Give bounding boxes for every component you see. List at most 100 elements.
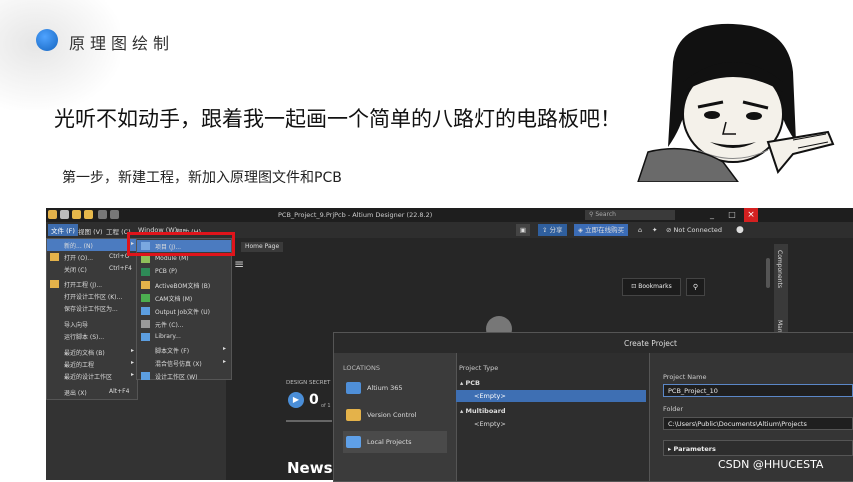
file-menu-item[interactable]: 最近的工程 ▸ xyxy=(47,358,137,370)
scrollbar[interactable] xyxy=(766,258,770,288)
search-input[interactable]: ⚲ Search xyxy=(585,210,675,220)
not-connected-status[interactable]: ⊘ Not Connected xyxy=(666,224,722,236)
tab-home-page[interactable]: Home Page xyxy=(241,242,284,252)
folder-icon xyxy=(346,409,361,421)
bookmarks-button[interactable]: ⊡ Bookmarks xyxy=(622,278,681,296)
close-button[interactable]: × xyxy=(744,208,758,222)
cloud-icon xyxy=(346,382,361,394)
file-menu-item[interactable]: 打开 (O)... Ctrl+O xyxy=(47,251,137,263)
minimize-button[interactable]: _ xyxy=(706,210,718,220)
new-submenu: 项目 (J)... Module (M) PCB (P) ActiveBOM文档 (B… xyxy=(136,238,232,382)
gear-icon[interactable]: ✦ xyxy=(652,224,657,236)
window-title: PCB_Project_9.PrjPcb - Altium Designer (… xyxy=(278,211,433,219)
new-submenu-item[interactable]: 脚本文件 (F) ▸ xyxy=(137,344,231,356)
submenu-arrow-icon: ▸ xyxy=(223,358,227,365)
watermark: CSDN @HHUCESTA xyxy=(718,458,824,471)
open-folder-icon[interactable] xyxy=(72,210,81,219)
new-submenu-item[interactable]: Library... xyxy=(137,331,231,343)
file-menu-item-label: 最近的文档 (B) xyxy=(64,350,105,357)
location-item[interactable]: Local Projects xyxy=(343,431,447,453)
project-type-label: ▴ PCB xyxy=(460,379,481,387)
project-type-item[interactable]: <Empty> xyxy=(456,418,646,430)
project-type-column xyxy=(456,353,649,481)
file-menu: 新的... (N) ▸ 打开 (O)... Ctrl+O 关闭 (C) Ctrl+F4 打开… xyxy=(46,238,138,400)
file-menu-item[interactable]: 最近的文档 (B) ▸ xyxy=(47,346,137,358)
dialog-title: Create Project xyxy=(624,339,677,348)
project-type-item[interactable]: ▴ PCB xyxy=(456,377,646,389)
folder-icon xyxy=(50,280,59,288)
new-submenu-item[interactable]: PCB (P) xyxy=(137,266,231,278)
submenu-arrow-icon: ▸ xyxy=(223,345,227,352)
activebom-icon xyxy=(141,281,150,289)
component-icon xyxy=(141,320,150,328)
redo-icon[interactable] xyxy=(110,210,119,219)
new-submenu-item[interactable]: CAM文档 (M) xyxy=(137,292,231,304)
parameters-expander[interactable]: ▸ Parameters xyxy=(663,440,853,456)
project-type-label: ▴ Multiboard xyxy=(460,407,506,415)
project-type-item[interactable]: <Empty> xyxy=(456,390,646,402)
layout-icon[interactable]: ▣ xyxy=(516,224,530,236)
submenu-arrow-icon: ▸ xyxy=(131,359,135,366)
new-submenu-item-label: 混合信号仿真 (X) xyxy=(155,361,202,368)
undo-icon[interactable] xyxy=(98,210,107,219)
new-submenu-item-label: Module (M) xyxy=(155,255,189,262)
slide-corner-shadow xyxy=(0,0,120,110)
section-title: 原理图绘制 xyxy=(69,34,175,53)
divider xyxy=(286,420,332,422)
folder-field[interactable]: C:\Users\Public\Documents\Altium\Project… xyxy=(663,417,853,430)
file-menu-item[interactable]: 保存设计工作区为... xyxy=(47,302,137,314)
file-menu-item[interactable]: 最近的设计工作区 ▸ xyxy=(47,370,137,382)
project-name-field[interactable]: PCB_Project_10 xyxy=(663,384,853,397)
file-menu-item[interactable]: 导入向导 xyxy=(47,318,137,330)
pcb-icon xyxy=(141,268,150,276)
new-submenu-item-label: 脚本文件 (F) xyxy=(155,348,190,355)
new-submenu-item[interactable]: 混合信号仿真 (X) ▸ xyxy=(137,357,231,369)
menu-view[interactable]: 视图 (V) xyxy=(78,226,103,236)
library-icon xyxy=(141,333,150,341)
meme-pointing-face-image xyxy=(637,23,835,182)
step-text: 第一步，新建工程，新加入原理图文件和PCB xyxy=(62,170,342,186)
user-icon[interactable]: ● xyxy=(736,224,744,236)
file-menu-item[interactable]: 运行脚本 (S)... xyxy=(47,330,137,342)
location-item[interactable]: Version Control xyxy=(343,404,447,426)
section-bullet-icon xyxy=(36,29,58,51)
search-icon[interactable]: ⚲ xyxy=(686,278,705,296)
design-secrets-label: DESIGN SECRET xyxy=(286,380,331,386)
menu-file[interactable]: 文件 (F) xyxy=(48,224,78,236)
file-menu-item[interactable]: 退出 (X) Alt+F4 xyxy=(47,386,137,398)
new-submenu-item[interactable]: 元件 (C)... xyxy=(137,318,231,330)
new-submenu-item-label: ActiveBOM文档 (B) xyxy=(155,283,211,290)
maximize-button[interactable]: □ xyxy=(726,210,738,220)
project-type-header: Project Type xyxy=(459,364,499,372)
file-menu-item[interactable]: 关闭 (C) Ctrl+F4 xyxy=(47,263,137,275)
monitor-icon xyxy=(346,436,361,448)
workspace-icon xyxy=(141,372,150,380)
new-submenu-item-label: PCB (P) xyxy=(155,268,178,275)
module-icon xyxy=(141,255,150,263)
file-menu-item[interactable]: 新的... (N) ▸ xyxy=(47,239,137,251)
location-item[interactable]: Altium 365 xyxy=(343,377,447,399)
cam-icon xyxy=(141,294,150,302)
components-panel-tab[interactable]: Components xyxy=(776,250,783,288)
file-menu-item-label: 最近的设计工作区 xyxy=(64,374,113,381)
file-menu-item-label: 退出 (X) xyxy=(64,390,87,397)
play-icon[interactable]: ▶ xyxy=(288,392,304,408)
new-submenu-item[interactable]: 设计工作区 (W) xyxy=(137,370,231,382)
location-item-label: Version Control xyxy=(367,411,417,419)
submenu-arrow-icon: ▸ xyxy=(131,371,135,378)
new-submenu-item[interactable]: ActiveBOM文档 (B) xyxy=(137,279,231,291)
share-button[interactable]: ⇪ 分享 xyxy=(538,224,567,236)
new-submenu-item[interactable]: Output Job文件 (U) xyxy=(137,305,231,317)
hamburger-menu-icon[interactable]: ≡ xyxy=(234,257,244,271)
file-menu-item[interactable]: 打开设计工作区 (K)... xyxy=(47,290,137,302)
folder-label: Folder xyxy=(663,405,684,413)
save-icon[interactable] xyxy=(84,210,93,219)
new-doc-icon[interactable] xyxy=(60,210,69,219)
file-menu-item[interactable]: 打开工程 (J)... xyxy=(47,278,137,290)
submenu-arrow-icon: ▸ xyxy=(131,347,135,354)
project-type-item[interactable]: ▴ Multiboard xyxy=(456,405,646,417)
buy-online-button[interactable]: ◈ 立即在线购买 xyxy=(574,224,629,236)
file-menu-item-label: 打开工程 (J)... xyxy=(64,282,103,289)
home-icon[interactable]: ⌂ xyxy=(638,224,642,236)
file-menu-item-label: 导入向导 xyxy=(64,322,89,329)
